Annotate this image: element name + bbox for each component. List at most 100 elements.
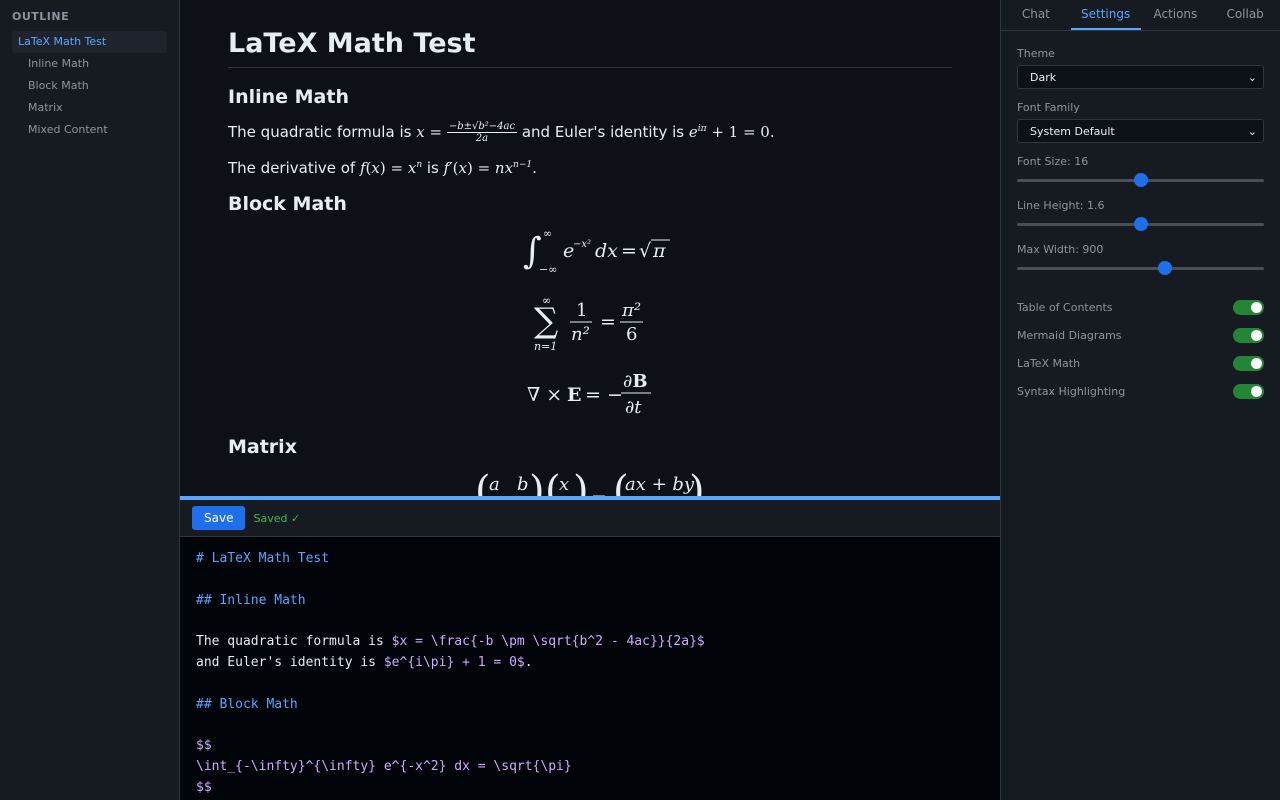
preview-h2-inline-math: Inline Math bbox=[228, 86, 349, 108]
settings-panel: Theme Dark ⌄ Font Family System Default … bbox=[1001, 31, 1280, 421]
toggle-row-latex: LaTeX Math bbox=[1017, 349, 1264, 377]
svg-text:√: √ bbox=[639, 240, 652, 262]
font-family-label: Font Family bbox=[1017, 101, 1080, 114]
panel-tabs: Chat Settings Actions Collab bbox=[1001, 0, 1280, 31]
svg-text:−∞: −∞ bbox=[539, 263, 557, 276]
editor-line: $$ bbox=[196, 779, 212, 795]
toc-toggle[interactable] bbox=[1233, 299, 1264, 315]
editor-line: The quadratic formula is $x = \frac{-b \… bbox=[196, 634, 705, 650]
max-width-slider[interactable] bbox=[1017, 261, 1264, 275]
svg-text:−x²: −x² bbox=[573, 239, 591, 250]
svg-text:): ) bbox=[573, 468, 589, 496]
outline-item-inline-math[interactable]: Inline Math bbox=[12, 53, 167, 75]
math-block-integral: ∫ ∞ −∞ e −x² dx = √ π bbox=[228, 225, 952, 280]
outline-item-matrix[interactable]: Matrix bbox=[12, 97, 167, 119]
theme-value: Dark bbox=[1030, 70, 1057, 84]
font-size-label: Font Size: 16 bbox=[1017, 155, 1089, 168]
outline-sidebar: OUTLINE LaTeX Math Test Inline Math Bloc… bbox=[0, 0, 180, 800]
svg-text:π²: π² bbox=[621, 300, 641, 321]
editor-line: ## Inline Math bbox=[196, 592, 306, 608]
markdown-preview: LaTeX Math Test Inline Math The quadrati… bbox=[180, 0, 1000, 496]
math-block-matrix: ( a b ) ( x ) = ( ax + by ) bbox=[228, 468, 952, 496]
svg-text:x: x bbox=[559, 474, 569, 495]
svg-text:=: = bbox=[591, 487, 607, 496]
p2-text-b: is bbox=[426, 159, 439, 177]
math-block-curl: ∇ × E = − ∂B ∂t bbox=[228, 369, 952, 424]
p2-text-a: The derivative of bbox=[228, 159, 356, 177]
svg-text:∞: ∞ bbox=[543, 227, 552, 240]
theme-label: Theme bbox=[1017, 47, 1055, 60]
center-pane: LaTeX Math Test Inline Math The quadrati… bbox=[180, 0, 1000, 800]
svg-text:1: 1 bbox=[576, 300, 587, 321]
app-root: OUTLINE LaTeX Math Test Inline Math Bloc… bbox=[0, 0, 1280, 800]
slider-thumb[interactable] bbox=[1133, 217, 1148, 231]
line-height-slider[interactable] bbox=[1017, 217, 1264, 231]
p1-text-b: and Euler's identity is bbox=[521, 123, 685, 141]
slider-thumb[interactable] bbox=[1133, 173, 1148, 187]
math-block-sum: ∞ ∑ n=1 1 n² = π² 6 bbox=[228, 292, 952, 357]
editor-line: ​ bbox=[196, 611, 984, 632]
editor-line: $$ bbox=[196, 738, 212, 754]
svg-text:a: a bbox=[489, 474, 500, 495]
outline-item-block-math[interactable]: Block Math bbox=[12, 75, 167, 97]
editor-line: and Euler's identity is $e^{i\pi} + 1 = … bbox=[196, 654, 533, 670]
svg-text:=: = bbox=[600, 311, 616, 333]
svg-text:∂t: ∂t bbox=[625, 397, 642, 418]
latex-toggle[interactable] bbox=[1233, 355, 1264, 371]
math-quadratic: x bbox=[416, 123, 425, 141]
svg-text:b: b bbox=[517, 474, 529, 495]
toggle-row-toc: Table of Contents bbox=[1017, 293, 1264, 321]
theme-select[interactable]: Dark ⌄ bbox=[1017, 65, 1264, 89]
svg-text:∑: ∑ bbox=[534, 301, 558, 341]
toggle-label: Syntax Highlighting bbox=[1017, 384, 1126, 398]
svg-text:=: = bbox=[621, 240, 637, 262]
save-button[interactable]: Save bbox=[192, 506, 246, 530]
math-derivative: f′ bbox=[443, 159, 453, 177]
font-family-select[interactable]: System Default ⌄ bbox=[1017, 119, 1264, 143]
syntax-toggle[interactable] bbox=[1233, 383, 1264, 399]
toggle-row-mermaid: Mermaid Diagrams bbox=[1017, 321, 1264, 349]
editor-line: ​ bbox=[196, 570, 984, 591]
math-euler: eiπ bbox=[688, 123, 707, 141]
tab-actions[interactable]: Actions bbox=[1141, 0, 1211, 30]
max-width-label: Max Width: 900 bbox=[1017, 243, 1104, 256]
preview-h1: LaTeX Math Test bbox=[228, 28, 952, 68]
font-size-slider[interactable] bbox=[1017, 173, 1264, 187]
editor-line: # LaTeX Math Test bbox=[196, 551, 330, 566]
svg-text:E: E bbox=[567, 384, 581, 406]
editor-line: ## Block Math bbox=[196, 696, 298, 712]
right-panel: Chat Settings Actions Collab Theme Dark … bbox=[1000, 0, 1280, 800]
tab-chat[interactable]: Chat bbox=[1001, 0, 1071, 30]
editor-line: ​ bbox=[196, 674, 984, 695]
svg-text:∇ ×: ∇ × bbox=[527, 384, 562, 406]
toggle-row-syntax: Syntax Highlighting bbox=[1017, 377, 1264, 405]
svg-text:π: π bbox=[652, 240, 666, 262]
svg-text:n=1: n=1 bbox=[534, 340, 557, 353]
svg-text:6: 6 bbox=[626, 324, 637, 345]
outline-item-mixed-content[interactable]: Mixed Content bbox=[12, 119, 167, 141]
svg-text:= −: = − bbox=[585, 384, 623, 406]
preview-paragraph-1: The quadratic formula is x = −b±√b²−4ac 2… bbox=[228, 121, 775, 144]
preview-paragraph-2: The derivative of f(x) = xn is f′(x) = n… bbox=[228, 159, 537, 177]
tab-settings[interactable]: Settings bbox=[1070, 0, 1141, 30]
chevron-down-icon: ⌄ bbox=[1247, 70, 1257, 84]
editor-line: \int_{-\infty}^{\infty} e^{-x^2} dx = \s… bbox=[196, 758, 572, 774]
markdown-editor[interactable]: # LaTeX Math Test​## Inline Math​The qua… bbox=[180, 537, 1000, 800]
svg-text:ax + by: ax + by bbox=[625, 474, 695, 495]
mermaid-toggle[interactable] bbox=[1233, 327, 1264, 343]
svg-text:): ) bbox=[529, 468, 545, 496]
tab-collab[interactable]: Collab bbox=[1210, 0, 1280, 30]
svg-text:n²: n² bbox=[571, 324, 590, 345]
preview-h2-matrix: Matrix bbox=[228, 436, 297, 458]
font-family-value: System Default bbox=[1030, 124, 1115, 138]
editor-toolbar: Save Saved ✓ bbox=[180, 500, 1000, 537]
editor-line: ​ bbox=[196, 715, 984, 736]
svg-text:dx: dx bbox=[595, 240, 618, 262]
toggle-label: Mermaid Diagrams bbox=[1017, 328, 1122, 342]
preview-h2-block-math: Block Math bbox=[228, 193, 347, 215]
line-height-label: Line Height: 1.6 bbox=[1017, 199, 1105, 212]
toggle-label: Table of Contents bbox=[1017, 300, 1113, 314]
slider-thumb[interactable] bbox=[1158, 261, 1173, 275]
outline-item-latex-math-test[interactable]: LaTeX Math Test bbox=[12, 31, 167, 53]
p1-text-a: The quadratic formula is bbox=[228, 123, 412, 141]
